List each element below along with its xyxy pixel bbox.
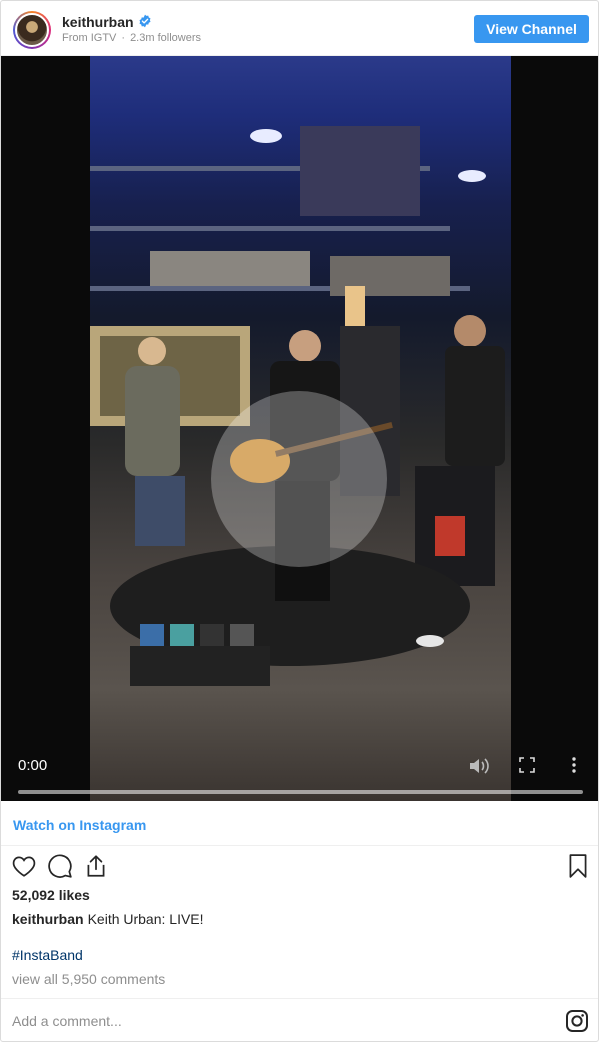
hashtag-link[interactable]: #InstaBand	[12, 947, 83, 963]
fullscreen-icon[interactable]	[519, 756, 535, 774]
divider	[1, 845, 598, 846]
view-channel-button[interactable]: View Channel	[474, 15, 589, 43]
separator-dot: ·	[121, 32, 126, 44]
comment-icon[interactable]	[47, 853, 73, 879]
caption-text: Keith Urban: LIVE!	[87, 911, 204, 927]
avatar[interactable]	[13, 11, 51, 49]
play-icon	[211, 391, 387, 567]
caption-username[interactable]: keithurban	[12, 911, 84, 927]
post-caption: keithurban Keith Urban: LIVE!	[12, 911, 204, 927]
view-all-comments-link[interactable]: view all 5,950 comments	[12, 971, 165, 987]
likes-count[interactable]: 52,092 likes	[12, 887, 90, 903]
add-comment-input[interactable]: Add a comment...	[12, 1013, 122, 1029]
instagram-logo-icon[interactable]	[565, 1009, 589, 1033]
header-subline: From IGTV · 2.3m followers	[62, 32, 201, 44]
header-username[interactable]: keithurban	[62, 14, 134, 30]
video-progress-bar[interactable]	[18, 790, 583, 794]
source-label: From IGTV	[62, 32, 117, 44]
followers-count: 2.3m followers	[130, 32, 201, 44]
bookmark-icon[interactable]	[565, 853, 591, 879]
video-player[interactable]: 0:00	[1, 56, 598, 801]
play-button[interactable]	[211, 391, 387, 567]
more-options-icon[interactable]	[570, 756, 578, 774]
post-header: keithurban From IGTV · 2.3m followers View…	[1, 1, 598, 56]
instagram-embed-card: keithurban From IGTV · 2.3m followers View…	[0, 0, 599, 1042]
share-icon[interactable]	[83, 853, 109, 879]
verified-badge-icon	[139, 14, 151, 28]
heart-icon[interactable]	[11, 853, 37, 879]
watch-on-instagram-link[interactable]: Watch on Instagram	[13, 817, 146, 833]
video-time: 0:00	[18, 757, 48, 774]
avatar-image	[15, 13, 49, 47]
volume-icon[interactable]	[468, 756, 490, 776]
divider	[1, 998, 598, 999]
